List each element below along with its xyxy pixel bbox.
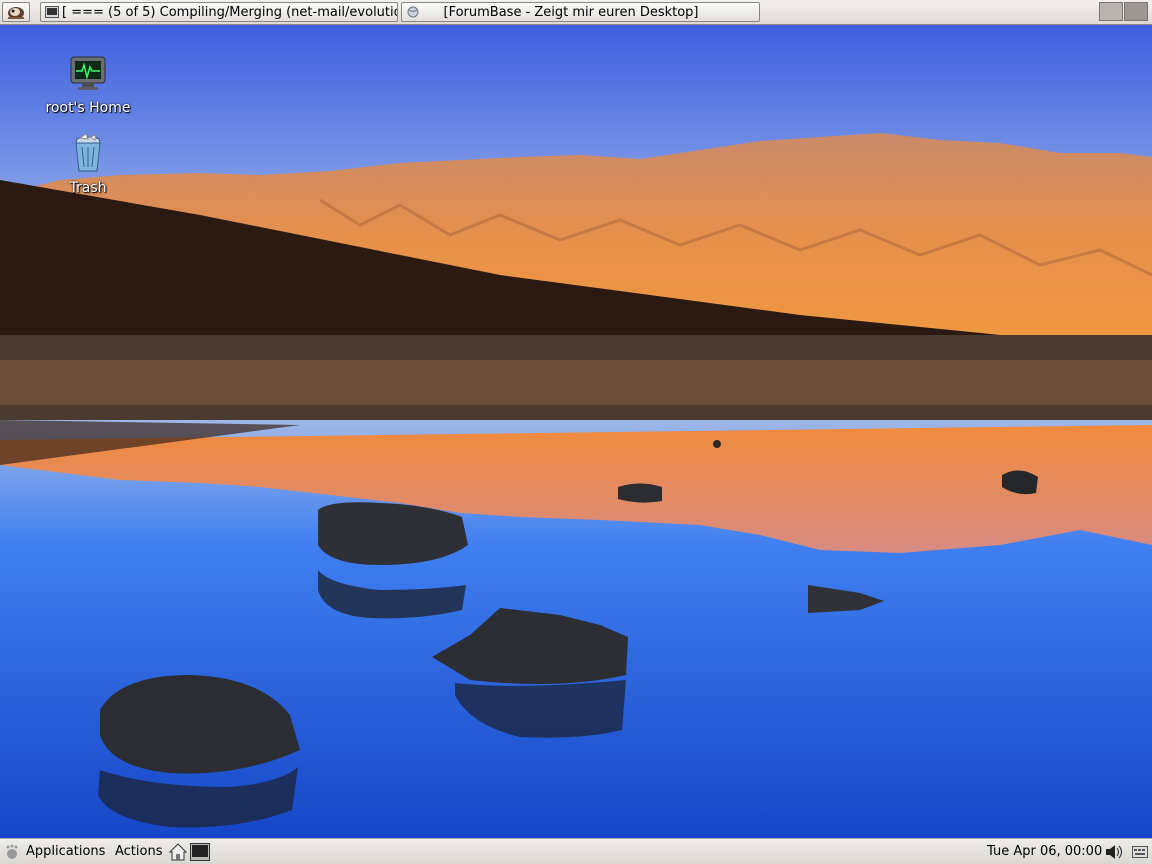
taskbar-button-forum[interactable]: [ForumBase - Zeigt mir euren Desktop] [401,2,760,22]
notification-tray[interactable] [1132,839,1148,864]
gnome-foot-icon [6,844,18,859]
desktop-icon-label: Trash [69,180,107,196]
workspace-2[interactable] [1124,2,1148,21]
home-icon [168,842,188,860]
actions-label: Actions [115,844,163,859]
terminal-launcher[interactable] [190,839,210,864]
desktop-icon-home[interactable]: root's Home [33,53,143,116]
clock[interactable]: Tue Apr 06, 00:00 [987,839,1102,864]
gnome-foot-icon [8,7,24,19]
applications-label: Applications [26,844,106,859]
workspace-1[interactable] [1099,2,1123,21]
clock-label: Tue Apr 06, 00:00 [987,844,1103,859]
taskbar-label: [ForumBase - Zeigt mir euren Desktop] [443,4,699,20]
taskbar-label: [ === (5 of 5) Compiling/Merging (net-ma… [62,4,397,20]
main-menu-button[interactable] [2,2,30,22]
desktop-icon-trash[interactable]: Trash [33,133,143,196]
keyboard-icon [1132,845,1148,858]
applications-menu[interactable]: Applications [4,839,105,864]
taskbar-button-compile[interactable]: [ === (5 of 5) Compiling/Merging (net-ma… [40,2,398,22]
terminal-icon [45,6,59,18]
volume-control[interactable] [1104,839,1124,864]
terminal-icon [190,842,210,861]
workspace-switcher [1099,2,1148,21]
desktop-icon-label: root's Home [45,100,131,116]
browser-globe-icon [407,6,419,18]
monitor-icon [70,56,106,90]
trash-icon [75,133,101,172]
bottom-panel: Applications Actions Tue Apr 06, 00:00 [0,838,1152,864]
speaker-icon [1106,844,1122,859]
wallpaper-image [0,25,1152,838]
top-panel: [ === (5 of 5) Compiling/Merging (net-ma… [0,0,1152,25]
desktop[interactable]: root's Home Trash [0,25,1152,838]
actions-menu[interactable]: Actions [115,839,163,864]
home-launcher[interactable] [168,839,188,864]
